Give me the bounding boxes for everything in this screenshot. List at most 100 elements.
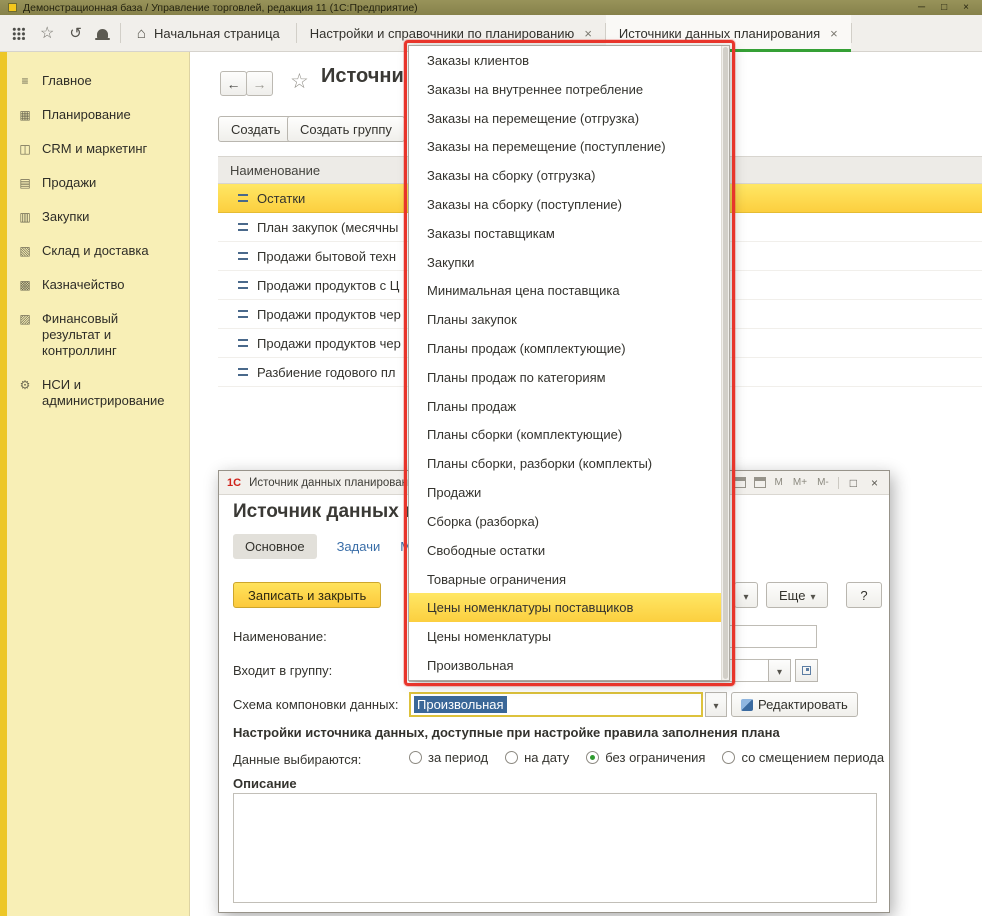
save-and-close-button[interactable]: Записать и закрыть [233,582,381,608]
close-icon[interactable]: × [958,2,974,13]
dropdown-item[interactable]: Минимальная цена поставщика [409,277,729,306]
memory-minus-button[interactable]: M- [816,477,830,488]
edit-schema-button[interactable]: Редактировать [731,692,858,717]
dropdown-item[interactable]: Сборка (разборка) [409,507,729,536]
radio-circle[interactable] [722,751,735,764]
more-button[interactable]: Еще [766,582,828,608]
dropdown-item[interactable]: Товарные ограничения [409,565,729,594]
equals-icon [238,281,248,289]
dropdown-item[interactable]: Заказы на перемещение (поступление) [409,132,729,161]
dialog-maximize-icon[interactable]: □ [847,476,860,490]
memory-button[interactable]: M [774,477,784,488]
dropdown-item[interactable]: Заказы на перемещение (отгрузка) [409,104,729,133]
create-group-button[interactable]: Создать группу [287,116,405,142]
dropdown-item[interactable]: Заказы клиентов [409,46,729,75]
dropdown-item[interactable]: Заказы на внутреннее потребление [409,75,729,104]
row-label: Продажи бытовой техн [257,249,396,264]
dropdown-item[interactable]: Планы продаж (комплектующие) [409,334,729,363]
schema-combo-input[interactable]: Произвольная [409,692,703,717]
menu-grid-icon[interactable] [12,27,25,40]
radio-circle[interactable] [409,751,422,764]
sidebar-item[interactable]: ▧Склад и доставка [0,234,189,268]
sidebar-item[interactable]: ▥ Закупки [0,200,189,234]
sales-icon: ▤ [17,175,33,191]
schema-dropdown-button[interactable] [705,692,727,717]
sidebar-item-label: Склад и доставка [42,243,149,259]
sidebar-accent-strip [0,52,7,916]
radio-option[interactable]: за период [409,750,488,765]
maximize-icon[interactable]: □ [936,2,952,13]
sidebar-item[interactable]: ▤Продажи [0,166,189,200]
sidebar-item[interactable]: ≡Главное [0,64,189,98]
back-button[interactable]: ← [220,71,247,96]
dropdown-item[interactable]: Заказы на сборку (поступление) [409,190,729,219]
radio-circle[interactable] [586,751,599,764]
dropdown-scrollbar[interactable] [721,46,729,680]
dropdown-item[interactable]: Свободные остатки [409,536,729,565]
dropdown-item[interactable]: Планы продаж [409,392,729,421]
equals-icon [238,368,248,376]
tab-home-page[interactable]: Начальная страница [121,15,296,51]
toolbar-overflow-button[interactable] [734,582,758,608]
radio-option[interactable]: со смещением периода [722,750,884,765]
sidebar-item-label: CRM и маркетинг [42,141,147,157]
sidebar-item[interactable]: ▨Финансовый результат и контроллинг [0,302,189,368]
sidebar-item-label: Финансовый результат и контроллинг [42,311,179,359]
edit-icon [741,699,753,711]
admin-gear-icon: ⚙ [17,377,33,393]
dialog-close-icon[interactable]: × [868,476,881,490]
help-button[interactable]: ? [846,582,882,608]
dropdown-item[interactable]: Заказы на сборку (отгрузка) [409,161,729,190]
dropdown-item[interactable]: Произвольная [409,651,729,680]
sidebar-item-label: НСИ и администрирование [42,377,179,409]
radio-circle[interactable] [505,751,518,764]
group-choose-button[interactable] [795,659,818,682]
data-select-label: Данные выбираются: [233,752,361,767]
dropdown-item[interactable]: Заказы поставщикам [409,219,729,248]
dropdown-item[interactable]: Планы продаж по категориям [409,363,729,392]
forward-button[interactable]: → [246,71,273,96]
radio-option[interactable]: без ограничения [586,750,705,765]
description-textarea[interactable] [233,793,877,903]
favorites-star-icon[interactable] [40,23,54,43]
dropdown-item[interactable]: Цены номенклатуры [409,622,729,651]
purchases-icon: ▥ [17,209,33,225]
tab-main[interactable]: Основное [233,534,317,559]
notifications-bell-icon[interactable] [97,29,108,38]
sidebar-item-label: Главное [42,73,92,89]
separator [838,477,839,489]
calendar-icon[interactable] [734,477,746,488]
tab-tasks[interactable]: Задачи [337,539,381,554]
tab-close-icon[interactable]: × [830,26,838,41]
settings-section-header: Настройки источника данных, доступные пр… [233,725,780,740]
dropdown-item[interactable]: Планы сборки (комплектующие) [409,421,729,450]
window-titlebar: Демонстрационная база / Управление торго… [0,0,982,15]
history-icon[interactable] [69,24,82,43]
create-button[interactable]: Создать [218,116,293,142]
favorite-star-icon[interactable] [290,69,309,94]
dropdown-item[interactable]: Планы сборки, разборки (комплекты) [409,449,729,478]
sidebar-item[interactable]: ◫CRM и маркетинг [0,132,189,166]
equals-icon [238,339,248,347]
memory-plus-button[interactable]: M+ [792,477,808,488]
group-dropdown-button[interactable] [768,659,791,682]
dropdown-items: Заказы клиентовЗаказы на внутреннее потр… [409,46,729,680]
tab-close-icon[interactable]: × [584,26,592,41]
dropdown-item[interactable]: Закупки [409,248,729,277]
dropdown-item[interactable]: Цены номенклатуры поставщиков [409,593,729,622]
dropdown-item[interactable]: Продажи [409,478,729,507]
back-arrow-icon: ← [227,76,241,92]
sidebar-item[interactable]: ▦Планирование [0,98,189,132]
sidebar-item[interactable]: ▩Казначейство [0,268,189,302]
sidebar-item-label: Закупки [42,209,89,225]
sidebar-item[interactable]: ⚙ НСИ и администрирование [0,368,189,418]
home-icon [137,25,146,42]
radio-option[interactable]: на дату [505,750,569,765]
planning-icon: ▦ [17,107,33,123]
minimize-icon[interactable]: ─ [913,2,930,13]
app-icon [8,3,17,12]
calculator-icon[interactable] [754,477,766,488]
dropdown-item[interactable]: Планы закупок [409,305,729,334]
scrollbar-thumb[interactable] [723,47,728,679]
1c-logo: 1С [227,477,241,489]
